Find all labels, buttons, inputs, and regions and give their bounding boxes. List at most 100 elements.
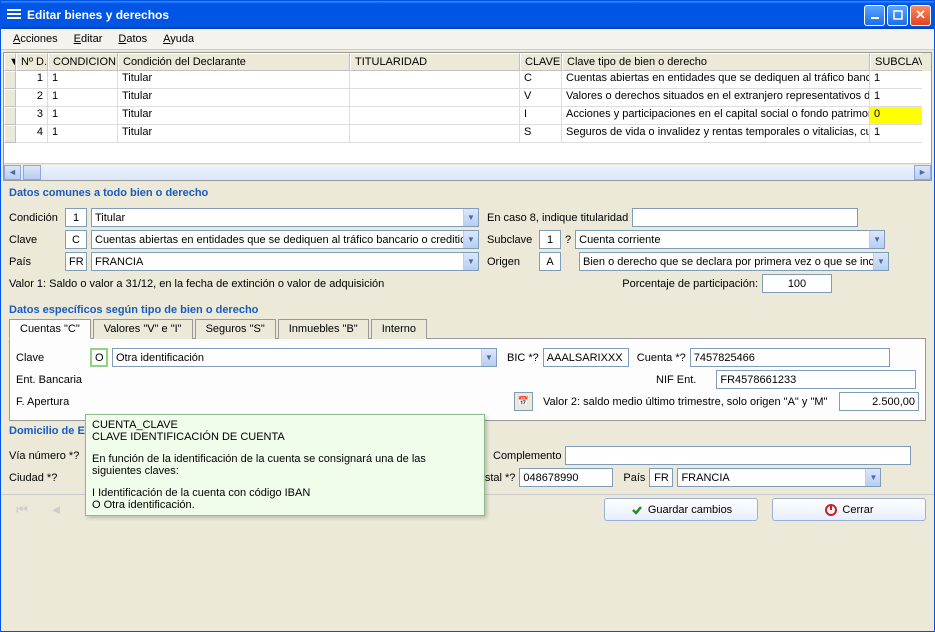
app-icon — [7, 7, 23, 23]
tab-inmuebles[interactable]: Inmuebles "B" — [278, 319, 369, 339]
tooltip: CUENTA_CLAVE CLAVE IDENTIFICACIÓN DE CUE… — [85, 414, 485, 516]
dom-pais-desc-select[interactable]: FRANCIA▼ — [677, 468, 881, 487]
bic-label: BIC *? — [507, 352, 539, 364]
caso8-input[interactable] — [632, 208, 858, 227]
minimize-button[interactable] — [864, 5, 885, 26]
spec-clave-input[interactable] — [90, 348, 108, 367]
table-row[interactable]: 11TitularCCuentas abiertas en entidades … — [4, 71, 931, 89]
grid-col-clave[interactable]: CLAVE — [520, 53, 562, 71]
tab-cuentas[interactable]: Cuentas "C" — [9, 319, 91, 339]
tabs: Cuentas "C" Valores "V" e "I" Seguros "S… — [9, 318, 926, 339]
grid-col-sub[interactable]: SUBCLAV — [870, 53, 922, 71]
cuenta-input[interactable] — [690, 348, 890, 367]
scroll-left-button[interactable]: ◄ — [4, 165, 21, 180]
grid-col-cond[interactable]: CONDICION — [48, 53, 118, 71]
pais-desc-select[interactable]: FRANCIA▼ — [91, 252, 479, 271]
tooltip-l3: En función de la identificación de la cu… — [92, 453, 478, 487]
menu-ayuda[interactable]: Ayuda — [155, 31, 202, 47]
chevron-down-icon[interactable]: ▼ — [481, 349, 496, 366]
subclave-desc-select[interactable]: Cuenta corriente▼ — [575, 230, 885, 249]
valor1-label: Valor 1: Saldo o valor a 31/12, en la fe… — [9, 278, 384, 290]
maximize-button[interactable] — [887, 5, 908, 26]
table-row[interactable]: 21TitularVValores o derechos situados en… — [4, 89, 931, 107]
tooltip-l2: CLAVE IDENTIFICACIÓN DE CUENTA — [92, 431, 478, 443]
h-scrollbar[interactable]: ◄ ► — [4, 163, 931, 180]
dom-pais-input[interactable] — [649, 468, 673, 487]
condicion-input[interactable] — [65, 208, 87, 227]
table-row[interactable]: 31TitularIAcciones y participaciones en … — [4, 107, 931, 125]
origen-label: Origen — [487, 256, 535, 268]
spec-clave-label: Clave — [16, 352, 86, 364]
section-spec-title: Datos específicos según tipo de bien o d… — [1, 300, 934, 318]
guardar-button[interactable]: Guardar cambios — [604, 498, 758, 521]
nav-prev-button[interactable]: ◄ — [43, 500, 69, 520]
tab-interno[interactable]: Interno — [371, 319, 427, 339]
menubar: Acciones Editar Datos Ayuda — [1, 29, 934, 50]
grid-col-cdd[interactable]: Condición del Declarante — [118, 53, 350, 71]
subclave-input[interactable] — [539, 230, 561, 249]
cp-input[interactable] — [519, 468, 613, 487]
grid-col-nd[interactable]: Nº D. — [16, 53, 48, 71]
section-common: Condición Titular▼ En caso 8, indique ti… — [1, 201, 934, 300]
chevron-down-icon[interactable]: ▼ — [873, 253, 888, 270]
data-grid[interactable]: ▼ Nº D. CONDICION Condición del Declaran… — [3, 52, 932, 181]
condicion-desc-select[interactable]: Titular▼ — [91, 208, 479, 227]
scroll-thumb[interactable] — [23, 165, 41, 180]
origen-desc-select[interactable]: Bien o derecho que se declara por primer… — [579, 252, 889, 271]
menu-datos[interactable]: Datos — [110, 31, 155, 47]
tooltip-l5: O Otra identificación. — [92, 499, 478, 511]
fap-label: F. Apertura — [16, 396, 86, 408]
chevron-down-icon[interactable]: ▼ — [463, 253, 478, 270]
grid-col-tit[interactable]: TITULARIDAD — [350, 53, 520, 71]
dom-pais-label: País — [623, 472, 645, 484]
section-common-title: Datos comunes a todo bien o derecho — [1, 183, 934, 201]
ciudad-label: Ciudad *? — [9, 472, 81, 484]
menu-editar[interactable]: Editar — [66, 31, 111, 47]
chevron-down-icon[interactable]: ▼ — [869, 231, 884, 248]
porc-input[interactable] — [762, 274, 832, 293]
compl-input[interactable] — [565, 446, 911, 465]
cuenta-label: Cuenta *? — [637, 352, 686, 364]
grid-header: ▼ Nº D. CONDICION Condición del Declaran… — [4, 53, 931, 71]
tooltip-l4: I Identificación de la cuenta con código… — [92, 487, 478, 499]
menu-acciones[interactable]: Acciones — [5, 31, 66, 47]
clave-label: Clave — [9, 234, 61, 246]
grid-sel-header[interactable]: ▼ — [4, 53, 16, 71]
tab-body: Clave Otra identificación▼ BIC *? Cuenta… — [9, 339, 926, 421]
nav-first-button[interactable]: ⏮ — [9, 500, 35, 520]
grid-body[interactable]: 11TitularCCuentas abiertas en entidades … — [4, 71, 931, 163]
calendar-icon[interactable]: 📅 — [514, 392, 533, 411]
origen-input[interactable] — [539, 252, 561, 271]
close-button[interactable]: ✕ — [910, 5, 931, 26]
chevron-down-icon[interactable]: ▼ — [865, 469, 880, 486]
porc-label: Porcentaje de participación: — [622, 278, 758, 290]
help-q[interactable]: ? — [565, 234, 571, 246]
table-row[interactable]: 41TitularSSeguros de vida o invalidez y … — [4, 125, 931, 143]
subclave-label: Subclave — [487, 234, 535, 246]
clave-desc-select[interactable]: Cuentas abiertas en entidades que se ded… — [91, 230, 479, 249]
nif-label: NIF Ent. — [656, 374, 696, 386]
spec-clave-desc-select[interactable]: Otra identificación▼ — [112, 348, 497, 367]
chevron-down-icon[interactable]: ▼ — [463, 231, 478, 248]
condicion-label: Condición — [9, 212, 61, 224]
scroll-track[interactable] — [21, 165, 914, 180]
bic-input[interactable] — [543, 348, 629, 367]
val2-input[interactable] — [839, 392, 919, 411]
pais-label: País — [9, 256, 61, 268]
save-icon — [630, 503, 644, 517]
window-title: Editar bienes y derechos — [27, 8, 864, 22]
pais-input[interactable] — [65, 252, 87, 271]
nif-input[interactable] — [716, 370, 916, 389]
scroll-right-button[interactable]: ► — [914, 165, 931, 180]
grid-col-ctd[interactable]: Clave tipo de bien o derecho — [562, 53, 870, 71]
compl-label: Complemento — [493, 450, 561, 462]
tab-seguros[interactable]: Seguros "S" — [195, 319, 276, 339]
titlebar: Editar bienes y derechos ✕ — [1, 1, 934, 29]
cerrar-button[interactable]: Cerrar — [772, 498, 926, 521]
caso8-label: En caso 8, indique titularidad — [487, 212, 628, 224]
tab-valores[interactable]: Valores "V" e "I" — [93, 319, 193, 339]
power-icon — [824, 503, 838, 517]
chevron-down-icon[interactable]: ▼ — [463, 209, 478, 226]
clave-input[interactable] — [65, 230, 87, 249]
tooltip-l1: CUENTA_CLAVE — [92, 419, 478, 431]
